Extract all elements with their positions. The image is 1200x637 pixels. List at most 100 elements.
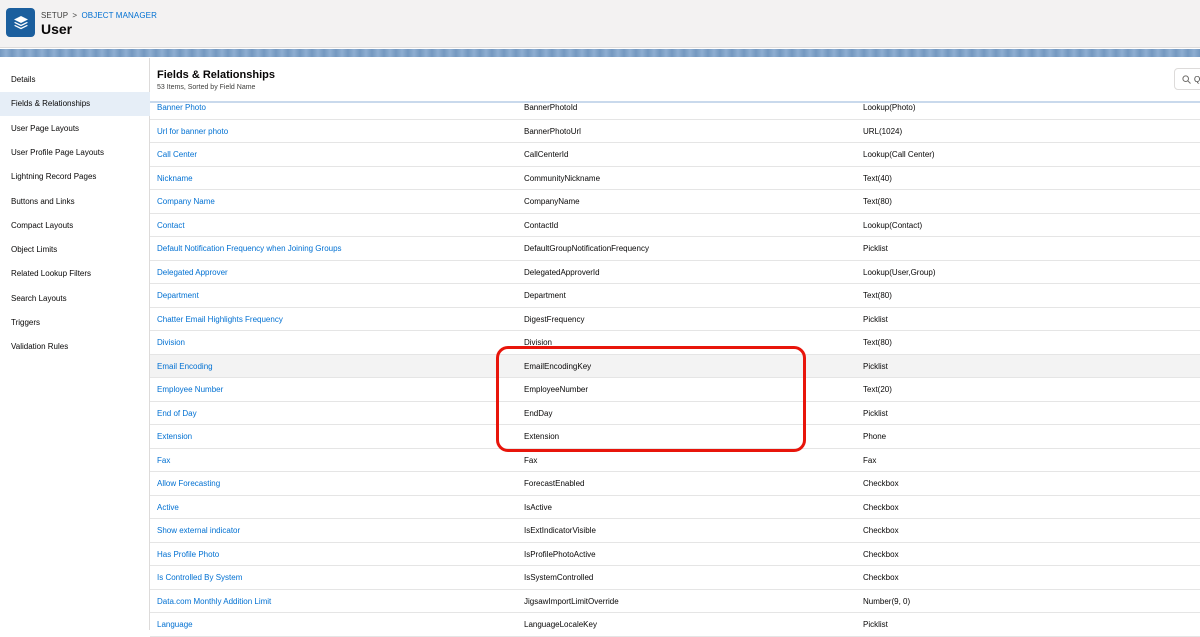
- table-row: Allow Forecasting ForecastEnabled Checkbox: [150, 472, 1200, 496]
- sidebar-item[interactable]: Buttons and Links: [0, 190, 150, 214]
- field-data-type: URL(1024): [863, 126, 903, 136]
- field-data-type: Picklist: [863, 361, 888, 371]
- sidebar-item[interactable]: Fields & Relationships: [0, 92, 150, 117]
- field-data-type: Text(80): [863, 197, 892, 206]
- field-data-type: Text(40): [863, 173, 892, 183]
- sidebar-item[interactable]: Lightning Record Pages: [0, 165, 150, 189]
- field-label-link[interactable]: Call Center: [157, 143, 197, 166]
- field-data-type: Lookup(Call Center): [863, 150, 935, 159]
- sidebar-item[interactable]: User Page Layouts: [0, 117, 150, 141]
- table-row: Banner Photo BannerPhotoId Lookup(Photo): [150, 96, 1200, 120]
- breadcrumb-root[interactable]: SETUP: [41, 11, 68, 20]
- sidebar-item[interactable]: Triggers: [0, 311, 150, 335]
- field-data-type: Checkbox: [863, 479, 899, 488]
- annotation-highlight: [496, 346, 806, 452]
- field-label-link[interactable]: Show external indicator: [157, 519, 240, 542]
- table-row: Url for banner photo BannerPhotoUrl URL(10…: [150, 120, 1200, 143]
- field-label-link[interactable]: Nickname: [157, 167, 193, 190]
- table-row: Has Profile Photo IsProfilePhotoActive Che…: [150, 543, 1200, 566]
- field-label-link[interactable]: Has Profile Photo: [157, 543, 219, 566]
- field-label-link[interactable]: Language: [157, 613, 193, 636]
- main-panel: Fields & Relationships 53 Items, Sorted …: [150, 58, 1200, 637]
- search-placeholder: Q: [1194, 75, 1200, 84]
- field-data-type: Picklist: [863, 314, 888, 324]
- field-data-type: Phone: [863, 432, 887, 441]
- sidebar-item[interactable]: Validation Rules: [0, 335, 150, 359]
- field-api-name: BannerPhotoId: [524, 103, 578, 112]
- field-data-type: Number(9, 0): [863, 596, 911, 606]
- field-label-link[interactable]: Department: [157, 284, 199, 307]
- field-label-link[interactable]: End of Day: [157, 402, 197, 425]
- table-row: Language LanguageLocaleKey Picklist: [150, 613, 1200, 637]
- field-label-link[interactable]: Company Name: [157, 190, 215, 213]
- table-row: Is Controlled By System IsSystemControlle…: [150, 566, 1200, 590]
- field-label-link[interactable]: Data.com Monthly Addition Limit: [157, 590, 271, 613]
- table-row: Active IsActive Checkbox: [150, 496, 1200, 519]
- page-title: User: [41, 21, 73, 37]
- table-row: Company Name CompanyName Text(80): [150, 190, 1200, 214]
- field-data-type: Checkbox: [863, 526, 899, 535]
- field-api-name: ContactId: [524, 220, 559, 230]
- header-decorative-band: [0, 49, 1200, 57]
- field-label-link[interactable]: Delegated Approver: [157, 261, 228, 284]
- field-label-link[interactable]: Extension: [157, 425, 192, 448]
- field-api-name: IsActive: [524, 502, 553, 512]
- field-api-name: JigsawImportLimitOverride: [524, 596, 619, 606]
- field-api-name: DefaultGroupNotificationFrequency: [524, 244, 649, 253]
- field-data-type: Checkbox: [863, 573, 899, 582]
- section-subtitle: 53 Items, Sorted by Field Name: [157, 84, 256, 91]
- field-api-name: IsSystemControlled: [524, 573, 594, 582]
- field-data-type: Picklist: [863, 408, 888, 418]
- field-api-name: CompanyName: [524, 197, 580, 206]
- layers-icon: [6, 8, 35, 37]
- breadcrumb: SETUP > OBJECT MANAGER: [41, 11, 157, 20]
- field-api-name: CallCenterId: [524, 150, 569, 159]
- table-row: Department Department Text(80): [150, 284, 1200, 308]
- field-data-type: Text(80): [863, 291, 892, 300]
- field-data-type: Checkbox: [863, 549, 899, 559]
- field-label-link[interactable]: Email Encoding: [157, 355, 213, 378]
- sidebar-item[interactable]: Compact Layouts: [0, 214, 150, 238]
- field-data-type: Lookup(User,Group): [863, 267, 936, 277]
- field-api-name: DelegatedApproverId: [524, 267, 600, 277]
- sidebar-item[interactable]: Details: [0, 68, 150, 92]
- field-label-link[interactable]: Active: [157, 496, 179, 519]
- field-label-link[interactable]: Default Notification Frequency when Join…: [157, 237, 342, 260]
- field-label-link[interactable]: Chatter Email Highlights Frequency: [157, 308, 283, 331]
- table-row: Nickname CommunityNickname Text(40): [150, 167, 1200, 190]
- field-api-name: BannerPhotoUrl: [524, 126, 581, 136]
- sidebar-item[interactable]: Search Layouts: [0, 287, 150, 311]
- field-data-type: Picklist: [863, 244, 888, 253]
- field-api-name: Department: [524, 291, 566, 300]
- field-label-link[interactable]: Employee Number: [157, 378, 223, 401]
- field-data-type: Lookup(Contact): [863, 220, 923, 230]
- table-row: Chatter Email Highlights Frequency Digest…: [150, 308, 1200, 331]
- table-row: Call Center CallCenterId Lookup(Call Cente…: [150, 143, 1200, 167]
- field-label-link[interactable]: Fax: [157, 449, 170, 472]
- sidebar-item[interactable]: User Profile Page Layouts: [0, 141, 150, 165]
- table-row: Fax Fax Fax: [150, 449, 1200, 472]
- field-label-link[interactable]: Url for banner photo: [157, 120, 228, 143]
- field-api-name: CommunityNickname: [524, 173, 601, 183]
- field-data-type: Text(20): [863, 385, 892, 394]
- breadcrumb-separator: >: [72, 11, 78, 20]
- field-api-name: ForecastEnabled: [524, 479, 585, 488]
- table-row: Default Notification Frequency when Join…: [150, 237, 1200, 261]
- field-data-type: Checkbox: [863, 502, 899, 512]
- quick-find-input[interactable]: Q: [1174, 68, 1200, 90]
- field-label-link[interactable]: Allow Forecasting: [157, 472, 220, 495]
- field-api-name: DigestFrequency: [524, 314, 585, 324]
- breadcrumb-object-manager[interactable]: OBJECT MANAGER: [81, 11, 157, 20]
- field-label-link[interactable]: Contact: [157, 214, 185, 237]
- table-row: Contact ContactId Lookup(Contact): [150, 214, 1200, 237]
- sidebar-item[interactable]: Related Lookup Filters: [0, 262, 150, 286]
- field-label-link[interactable]: Is Controlled By System: [157, 566, 242, 589]
- section-title: Fields & Relationships: [157, 69, 275, 81]
- field-data-type: Text(80): [863, 338, 892, 347]
- sidebar-item[interactable]: Object Limits: [0, 238, 150, 262]
- field-label-link[interactable]: Banner Photo: [157, 96, 206, 119]
- field-label-link[interactable]: Division: [157, 331, 185, 354]
- page-header: SETUP > OBJECT MANAGER User: [0, 0, 1200, 48]
- field-data-type: Picklist: [863, 620, 888, 629]
- field-data-type: Fax: [863, 455, 877, 465]
